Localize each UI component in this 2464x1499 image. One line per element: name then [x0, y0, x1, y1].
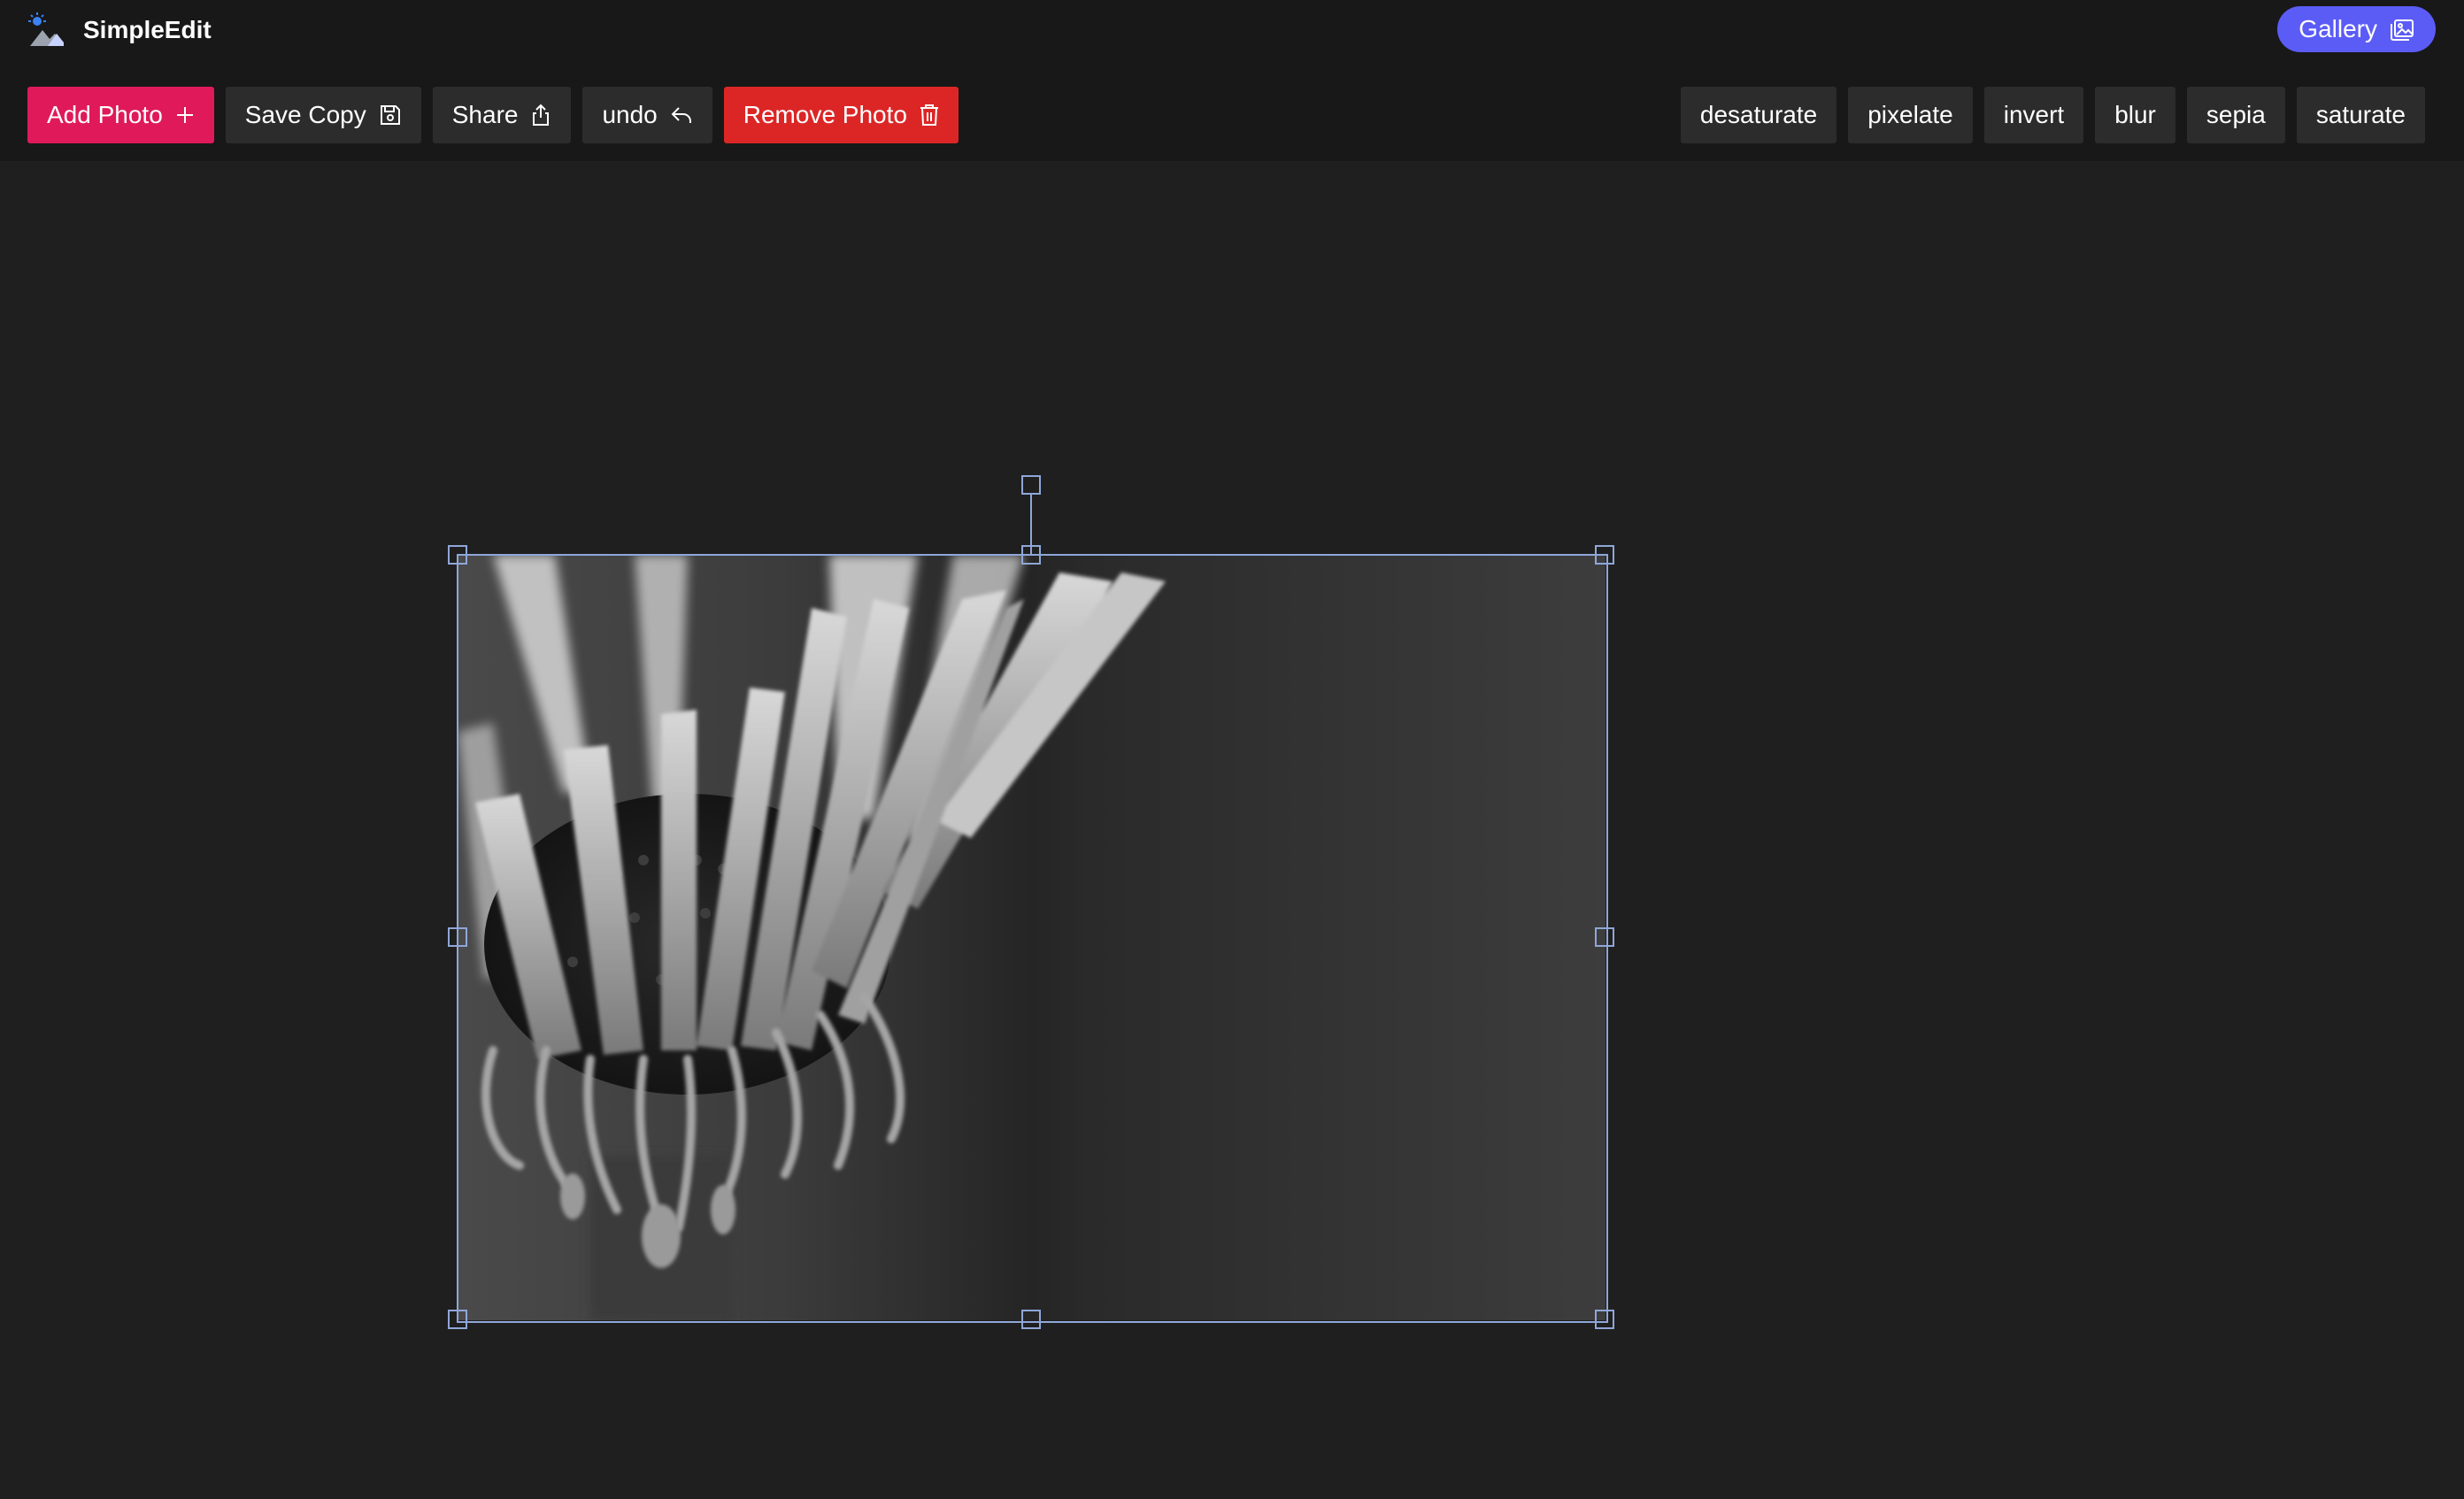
- edit-toolbar: Add Photo Save Copy Share undo Remove Ph…: [27, 87, 959, 143]
- gallery-icon: [2390, 17, 2414, 42]
- rotate-handle[interactable]: [1021, 475, 1041, 495]
- add-photo-label: Add Photo: [47, 101, 163, 128]
- share-icon: [530, 104, 551, 127]
- resize-handle-bottom-left[interactable]: [448, 1310, 467, 1329]
- save-copy-label: Save Copy: [244, 101, 366, 128]
- remove-photo-button[interactable]: Remove Photo: [723, 87, 959, 143]
- flower-photo: [458, 555, 1605, 1320]
- share-button[interactable]: Share: [432, 87, 572, 143]
- app-title: SimpleEdit: [83, 16, 212, 43]
- gallery-label: Gallery: [2298, 15, 2377, 42]
- resize-handle-top[interactable]: [1021, 545, 1041, 565]
- logo-icon: [27, 11, 65, 50]
- resize-handle-top-left[interactable]: [448, 545, 467, 565]
- trash-icon: [920, 104, 939, 127]
- share-label: Share: [451, 101, 519, 128]
- gallery-button[interactable]: Gallery: [2277, 6, 2436, 52]
- top-bar: SimpleEdit Gallery Add Photo Save Copy S…: [0, 0, 2464, 161]
- save-icon: [379, 104, 402, 127]
- resize-handle-right[interactable]: [1595, 927, 1614, 947]
- filter-desaturate-button[interactable]: desaturate: [1680, 87, 1837, 143]
- undo-button[interactable]: undo: [582, 87, 712, 143]
- photo-canvas[interactable]: [458, 555, 1605, 1320]
- undo-label: undo: [602, 101, 658, 128]
- resize-handle-left[interactable]: [448, 927, 467, 947]
- resize-handle-bottom[interactable]: [1021, 1310, 1041, 1329]
- brand: SimpleEdit: [27, 11, 212, 50]
- filter-pixelate-button[interactable]: pixelate: [1848, 87, 1973, 143]
- filter-toolbar: desaturate pixelate invert blur sepia sa…: [1680, 87, 2425, 143]
- plus-icon: [175, 105, 195, 125]
- remove-photo-label: Remove Photo: [743, 101, 907, 128]
- filter-blur-button[interactable]: blur: [2095, 87, 2175, 143]
- resize-handle-bottom-right[interactable]: [1595, 1310, 1614, 1329]
- filter-sepia-button[interactable]: sepia: [2186, 87, 2285, 143]
- undo-icon: [670, 104, 693, 126]
- resize-handle-top-right[interactable]: [1595, 545, 1614, 565]
- add-photo-button[interactable]: Add Photo: [27, 87, 214, 143]
- save-copy-button[interactable]: Save Copy: [225, 87, 421, 143]
- filter-saturate-button[interactable]: saturate: [2296, 87, 2425, 143]
- filter-invert-button[interactable]: invert: [1983, 87, 2084, 143]
